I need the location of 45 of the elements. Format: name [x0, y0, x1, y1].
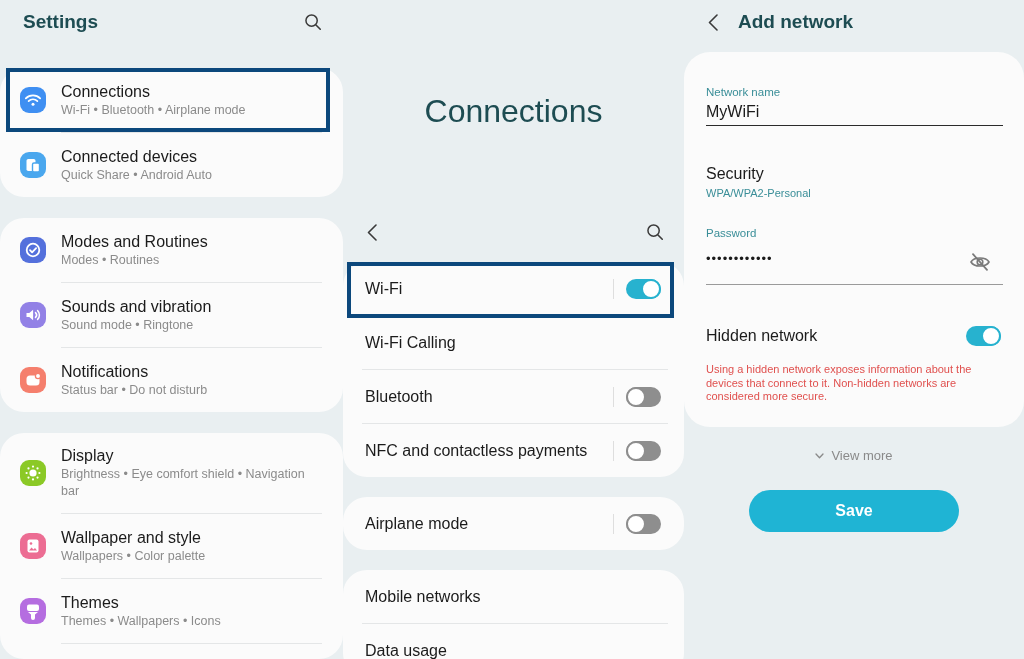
- password-field[interactable]: ••••••••••••: [706, 240, 1003, 285]
- setting-label[interactable]: Wi-Fi: [365, 278, 613, 299]
- toggle-switch[interactable]: [626, 513, 661, 534]
- toggle-switch[interactable]: [966, 326, 1001, 346]
- item-title[interactable]: Wallpaper and style: [61, 527, 322, 548]
- network-name-field[interactable]: MyWiFi: [706, 99, 1003, 126]
- setting-label[interactable]: Mobile networks: [365, 586, 661, 607]
- back-icon[interactable]: [367, 223, 377, 241]
- setting-label[interactable]: Wi-Fi Calling: [365, 332, 661, 353]
- setting-label[interactable]: NFC and contactless payments: [365, 440, 613, 461]
- setting-label[interactable]: Data usage: [365, 640, 661, 659]
- page-title: Connections: [424, 92, 603, 130]
- field-label: Network name: [706, 85, 782, 99]
- settings-title: Settings: [23, 10, 98, 34]
- item-title[interactable]: Connected devices: [61, 146, 322, 167]
- item-subtitle: Sound mode • Ringtone: [61, 316, 195, 334]
- back-icon[interactable]: [708, 13, 718, 31]
- toggle-switch[interactable]: [626, 386, 661, 407]
- item-title[interactable]: Display: [61, 446, 322, 466]
- item-subtitle: Modes • Routines: [61, 251, 161, 269]
- setting-label: Hidden network: [706, 326, 818, 346]
- item-subtitle: Wi-Fi • Bluetooth • Airplane mode: [61, 101, 247, 119]
- item-title[interactable]: Notifications: [61, 361, 322, 382]
- page-title: Add network: [738, 10, 854, 34]
- item-subtitle: Status bar • Do not disturb: [61, 381, 209, 399]
- eye-off-icon[interactable]: [970, 253, 990, 271]
- item-title[interactable]: Connections: [61, 81, 322, 102]
- item-subtitle: Themes • Wallpapers • Icons: [61, 612, 222, 630]
- item-title[interactable]: Sounds and vibration: [61, 296, 322, 317]
- toggle-switch[interactable]: [626, 440, 661, 461]
- item-subtitle: Brightness • Eye comfort shield • Navigation bar: [61, 466, 306, 500]
- search-icon[interactable]: [647, 224, 663, 240]
- field-label: Password: [706, 226, 758, 240]
- setting-label[interactable]: Airplane mode: [365, 513, 613, 534]
- chevron-down-icon: [815, 452, 825, 459]
- item-title[interactable]: Modes and Routines: [61, 231, 322, 252]
- setting-label[interactable]: Bluetooth: [365, 386, 613, 407]
- toggle-switch[interactable]: [626, 278, 661, 299]
- search-icon[interactable]: [305, 14, 321, 30]
- item-subtitle: Wallpapers • Color palette: [61, 547, 207, 565]
- item-title[interactable]: Themes: [61, 592, 322, 613]
- warning-text: Using a hidden network exposes information about the devices that connect to it. Non-hidden networks are considered more secure.: [706, 363, 973, 404]
- setting-label[interactable]: Security: [706, 164, 1003, 184]
- item-subtitle: Quick Share • Android Auto: [61, 166, 213, 184]
- setting-value: WPA/WPA2-Personal: [706, 186, 812, 200]
